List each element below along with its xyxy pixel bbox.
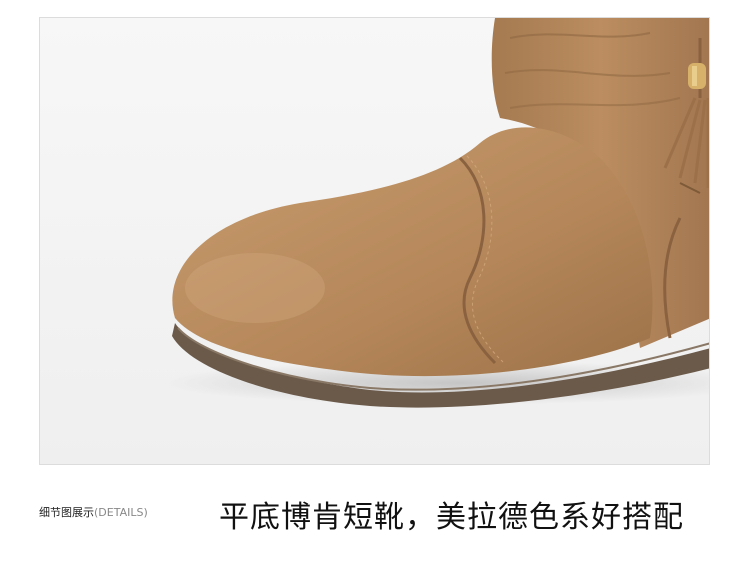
product-headline: 平底博肯短靴，美拉德色系好搭配 — [219, 500, 684, 535]
details-label-en: (DETAILS) — [94, 506, 148, 519]
details-caption: 细节图展示(DETAILS) — [39, 504, 148, 520]
product-photo — [39, 17, 710, 465]
boot-closeup-image — [40, 18, 709, 464]
details-label-cn: 细节图展示 — [39, 506, 94, 519]
